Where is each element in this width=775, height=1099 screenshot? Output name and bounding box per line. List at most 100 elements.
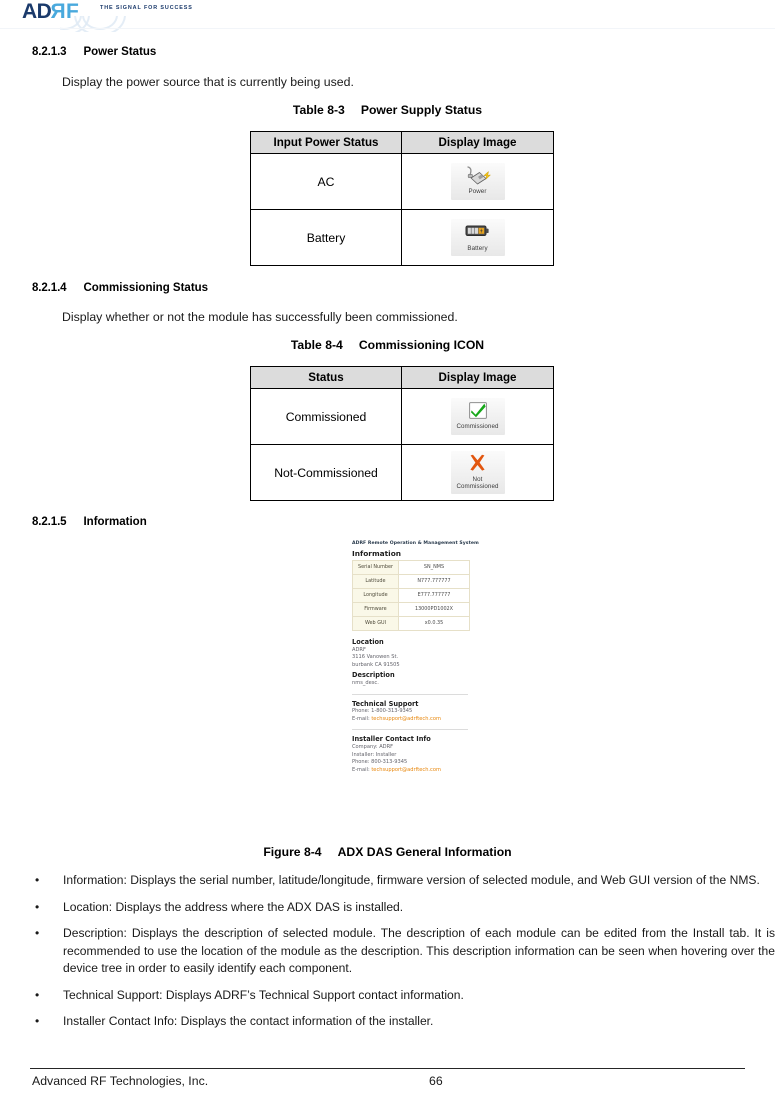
heading-title: Information xyxy=(83,516,147,528)
orange-x-icon xyxy=(451,454,505,476)
heading-number: 8.2.1.3 xyxy=(32,46,67,58)
list-item-text: Description: Displays the description of… xyxy=(63,926,775,975)
logo-r-reversed: R xyxy=(51,0,67,23)
header-divider xyxy=(0,28,775,29)
cell-image-commissioned: Commissioned xyxy=(401,388,554,445)
installer-company: Company: ADRF xyxy=(352,743,394,750)
paragraph-commissioning-status: Display whether or not the module has su… xyxy=(62,310,458,324)
footer-divider xyxy=(30,1068,745,1069)
table-row: Web GUI x0.0.35 xyxy=(352,616,470,631)
paragraph-power-status: Display the power source that is current… xyxy=(62,75,354,89)
battery-icon xyxy=(451,223,505,245)
list-item-text: Technical Support: Displays ADRF’s Techn… xyxy=(63,987,464,1002)
column-header-display-image: Display Image xyxy=(401,366,554,389)
installer-email-label: E-mail: xyxy=(352,766,372,773)
list-item: • Location: Displays the address where t… xyxy=(33,899,775,917)
location-line-2: 3116 Vanowen St. xyxy=(352,654,399,661)
table-row: Commissioned Commissioned xyxy=(250,388,554,445)
installer-email-link[interactable]: techsupport@adrftech.com xyxy=(371,767,441,773)
caption-title: Power Supply Status xyxy=(360,103,483,117)
logo-f: F xyxy=(66,0,79,23)
list-item-text: Installer Contact Info: Displays the con… xyxy=(63,1014,434,1028)
table-row: Serial Number SN_NMS xyxy=(352,560,470,575)
list-item: • Installer Contact Info: Displays the c… xyxy=(33,1013,775,1031)
technical-support-email-link[interactable]: techsupport@adrftech.com xyxy=(371,716,441,722)
table-row: Latitude N777.777777 xyxy=(352,574,470,589)
row-value-latitude: N777.777777 xyxy=(398,574,470,589)
row-value-serial-number: SN_NMS xyxy=(398,560,470,575)
installer-contact-block: Installer Contact Info Company: ADRF Ins… xyxy=(352,735,479,774)
caption-number: Table 8-3 xyxy=(292,103,345,117)
row-label-serial-number: Serial Number xyxy=(352,560,399,575)
column-header-status: Status xyxy=(250,366,402,389)
power-plug-icon xyxy=(451,166,505,188)
battery-icon-caption: Battery xyxy=(467,244,488,252)
power-plug-icon-tile: Power xyxy=(450,163,505,200)
heading-8-2-1-5: 8.2.1.5 Information xyxy=(32,516,147,528)
caption-number: Figure 8-4 xyxy=(263,845,322,859)
bullet-marker-icon: • xyxy=(35,987,40,1002)
cell-status-battery: Battery xyxy=(250,209,402,266)
location-line-3: burbank CA 91505 xyxy=(352,661,400,668)
location-block: Location ADRF 3116 Vanowen St. burbank C… xyxy=(352,638,479,669)
table-commissioning-icon: Status Display Image Commissioned Commis… xyxy=(250,366,554,501)
not-commissioned-icon-caption-line2: Commissioned xyxy=(456,483,499,490)
information-table: Serial Number SN_NMS Latitude N777.77777… xyxy=(352,560,470,631)
caption-table-8-4: Table 8-4 Commissioning ICON xyxy=(0,338,775,352)
location-heading: Location xyxy=(352,638,384,646)
footer-company: Advanced RF Technologies, Inc. xyxy=(32,1074,209,1088)
cell-status-commissioned: Commissioned xyxy=(250,388,402,445)
cell-status-ac: AC xyxy=(250,153,402,210)
heading-title: Commissioning Status xyxy=(83,282,209,294)
row-label-web-gui: Web GUI xyxy=(352,616,399,631)
list-item-text: Information: Displays the serial number,… xyxy=(63,873,760,887)
commissioned-icon-caption: Commissioned xyxy=(456,423,499,431)
row-value-firmware: 13000PD1002X xyxy=(398,602,470,617)
heading-title: Power Status xyxy=(83,46,157,58)
technical-support-heading: Technical Support xyxy=(352,699,419,708)
installer-email-row: E-mail: techsupport@adrftech.com xyxy=(352,767,479,775)
document-page: ADRF THE SIGNAL FOR SUCCESS 8.2.1.3 Power… xyxy=(0,0,775,1099)
description-heading: Description xyxy=(352,671,395,680)
caption-figure-8-4: Figure 8-4 ADX DAS General Information xyxy=(0,845,775,859)
not-commissioned-icon-caption-line1: Not xyxy=(472,475,483,483)
row-value-web-gui: x0.0.35 xyxy=(398,616,470,631)
bullet-marker-icon: • xyxy=(35,873,40,887)
cell-image-not-commissioned: Not Commissioned xyxy=(401,444,554,501)
cell-status-not-commissioned: Not-Commissioned xyxy=(250,444,402,501)
page-footer: Advanced RF Technologies, Inc. 66 xyxy=(30,1074,745,1094)
column-header-display-image: Display Image xyxy=(401,131,554,154)
installer-name: Installer: Installer xyxy=(352,751,397,758)
table-row: Firmware 13000PD1002X xyxy=(352,602,470,617)
column-header-input-power-status: Input Power Status xyxy=(250,131,402,154)
row-label-latitude: Latitude xyxy=(352,574,399,589)
technical-support-block: Technical Support Phone: 1-800-313-9345 … xyxy=(352,700,479,724)
bullet-marker-icon: • xyxy=(35,899,40,914)
orange-x-icon-tile: Not Commissioned xyxy=(450,450,505,495)
bullet-list: • Information: Displays the serial numbe… xyxy=(33,872,775,1040)
table-power-supply-status: Input Power Status Display Image AC Powe… xyxy=(250,131,554,266)
caption-title: ADX DAS General Information xyxy=(337,845,512,859)
footer-page-number: 66 xyxy=(429,1074,443,1088)
page-header: ADRF THE SIGNAL FOR SUCCESS xyxy=(0,0,775,32)
heading-8-2-1-4: 8.2.1.4 Commissioning Status xyxy=(32,282,208,294)
adrf-logo: ADRF THE SIGNAL FOR SUCCESS xyxy=(22,0,192,32)
list-item-text: Location: Displays the address where the… xyxy=(63,899,404,914)
green-check-icon-tile: Commissioned xyxy=(450,398,505,435)
table-row: Not-Commissioned Not Commissioned xyxy=(250,444,554,501)
row-label-firmware: Firmware xyxy=(352,602,399,617)
installer-contact-heading: Installer Contact Info xyxy=(352,735,431,744)
figure-divider-1 xyxy=(352,693,468,695)
logo-ad: AD xyxy=(22,0,52,23)
bullet-marker-icon: • xyxy=(35,926,40,940)
table-header-row: Status Display Image xyxy=(250,366,554,389)
table-row: Battery Battery xyxy=(250,209,554,266)
table-row: Longitude E777.777777 xyxy=(352,588,470,603)
cell-image-battery: Battery xyxy=(401,209,554,266)
figure-divider-2 xyxy=(352,729,468,731)
technical-support-email-row: E-mail: techsupport@adrftech.com xyxy=(352,716,479,724)
list-item: • Technical Support: Displays ADRF’s Tec… xyxy=(33,987,775,1005)
caption-number: Table 8-4 xyxy=(290,338,343,352)
cell-image-power: Power xyxy=(401,153,554,210)
table-header-row: Input Power Status Display Image xyxy=(250,131,554,154)
